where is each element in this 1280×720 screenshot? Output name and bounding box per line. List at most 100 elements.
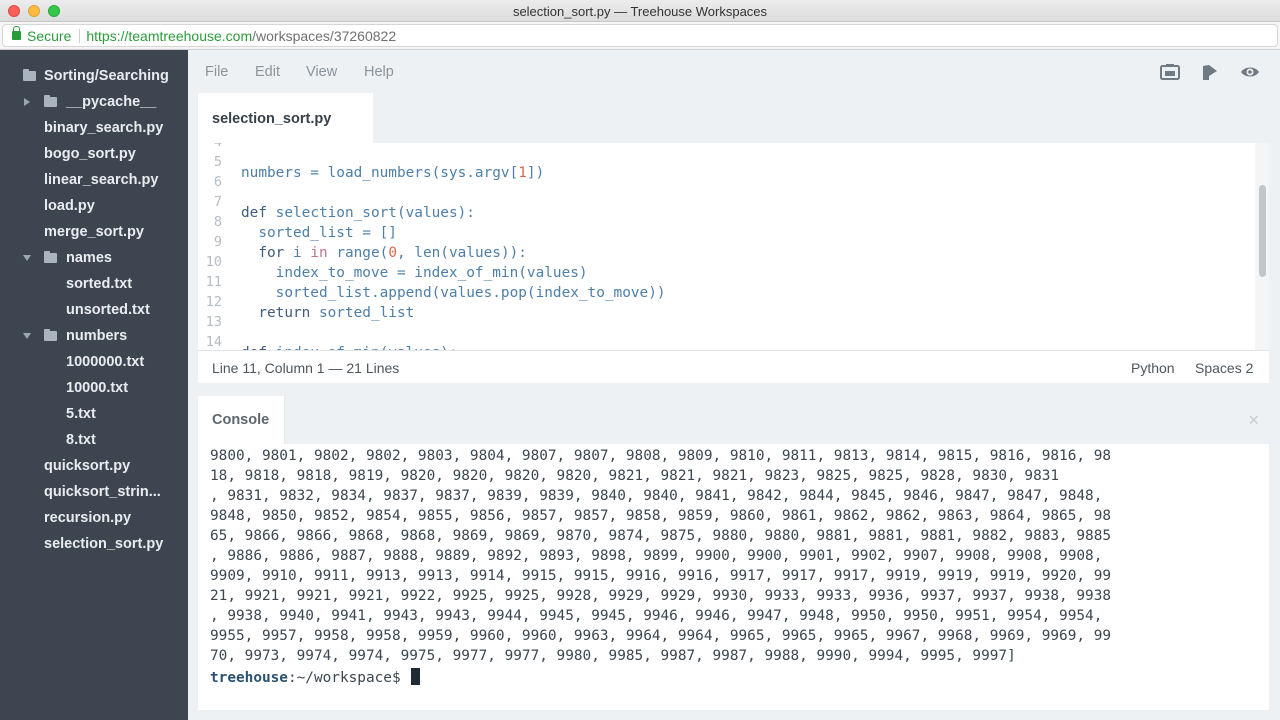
sidebar-item-quicksort-strings[interactable]: quicksort_strin...: [0, 479, 188, 505]
code-line: 9 index_to_move = index_of_min(values): [198, 233, 1248, 281]
folder-icon: [23, 69, 36, 81]
sidebar-item-binary-search[interactable]: binary_search.py: [0, 115, 188, 141]
console-panel: Console × 9800, 9801, 9802, 9802, 9803, …: [198, 396, 1269, 710]
line-number: 11: [205, 274, 222, 290]
sidebar-item-bogo-sort[interactable]: bogo_sort.py: [0, 141, 188, 167]
sidebar-item-8-txt[interactable]: 8.txt: [0, 427, 188, 453]
language-mode[interactable]: Python: [1131, 360, 1175, 376]
sidebar-item-label: linear_search.py: [44, 172, 159, 188]
line-number: 5: [213, 154, 222, 170]
sidebar-item-selection-sort[interactable]: selection_sort.py: [0, 531, 188, 557]
url-separator: [79, 28, 81, 43]
line-number: 7: [213, 194, 222, 210]
sidebar-item-label: quicksort.py: [44, 458, 131, 474]
code-area[interactable]: 4 numbers = load_numbers(sys.argv[1]) 5 …: [198, 143, 1269, 350]
lock-icon: [12, 26, 21, 40]
secure-label: Secure: [27, 27, 72, 44]
url-field[interactable]: Secure https://teamtreehouse.com/workspa…: [2, 24, 1278, 47]
line-number: 6: [213, 174, 222, 190]
console-output[interactable]: 9800, 9801, 9802, 9802, 9803, 9804, 9807…: [198, 444, 1269, 710]
sidebar-item-recursion[interactable]: recursion.py: [0, 505, 188, 531]
console-line: 18, 9818, 9818, 9819, 9820, 9820, 9820, …: [210, 468, 1060, 484]
file-tree-sidebar: Sorting/Searching __pycache__ binary_sea…: [0, 50, 188, 720]
folder-icon: [44, 95, 57, 107]
folder-icon: [44, 251, 57, 263]
line-number: 9: [213, 234, 222, 250]
window-title: selection_sort.py — Treehouse Workspaces: [512, 4, 768, 19]
code-line: 13 def index_of_min(values):: [198, 313, 1248, 350]
code-line: 8 for i in range(0, len(values)):: [198, 213, 1248, 261]
menu-bar: File Edit View Help: [188, 50, 1280, 93]
sidebar-item-label: binary_search.py: [44, 120, 164, 136]
sidebar-item-label: __pycache__: [66, 94, 157, 110]
menu-view[interactable]: View: [306, 64, 337, 80]
tab-label: selection_sort.py: [212, 111, 332, 127]
chevron-down-icon[interactable]: [23, 255, 31, 261]
code-line: 10 sorted_list.append(values.pop(index_t…: [198, 253, 1248, 301]
sidebar-item-linear-search[interactable]: linear_search.py: [0, 167, 188, 193]
sidebar-item-label: bogo_sort.py: [44, 146, 136, 162]
console-line: , 9831, 9832, 9834, 9837, 9837, 9839, 98…: [210, 488, 1103, 504]
share-icon[interactable]: [1200, 63, 1220, 81]
sidebar-item-label: unsorted.txt: [66, 302, 150, 318]
code-line: 12: [198, 293, 1248, 313]
console-line: , 9886, 9886, 9887, 9888, 9889, 9892, 98…: [210, 548, 1103, 564]
close-icon[interactable]: ×: [1248, 410, 1259, 431]
sidebar-item-label: 10000.txt: [66, 380, 129, 396]
sidebar-item-label: sorted.txt: [66, 276, 133, 292]
folder-icon: [44, 329, 57, 341]
console-line: 21, 9921, 9921, 9921, 9922, 9925, 9925, …: [210, 588, 1112, 604]
window-titlebar: selection_sort.py — Treehouse Workspaces: [0, 0, 1280, 22]
sidebar-item-5-txt[interactable]: 5.txt: [0, 401, 188, 427]
editor-status-bar: Line 11, Column 1 — 21 Lines Python Spac…: [198, 350, 1269, 383]
console-line: , 9938, 9940, 9941, 9943, 9943, 9944, 99…: [210, 608, 1103, 624]
tab-selection-sort[interactable]: selection_sort.py: [198, 93, 373, 143]
eye-icon[interactable]: [1240, 63, 1260, 81]
address-bar: Secure https://teamtreehouse.com/workspa…: [0, 22, 1280, 50]
line-number: 8: [213, 214, 222, 230]
sidebar-item-10000-txt[interactable]: 10000.txt: [0, 375, 188, 401]
sidebar-item-names[interactable]: names: [0, 245, 188, 271]
terminal-cursor: [411, 668, 421, 685]
sidebar-item-label: merge_sort.py: [44, 224, 144, 240]
console-tab-bar: Console ×: [198, 396, 1269, 444]
sidebar-item-label: names: [66, 250, 112, 266]
scrollbar-thumb[interactable]: [1259, 185, 1266, 277]
browser-preview-icon[interactable]: [1160, 63, 1180, 81]
menu-edit[interactable]: Edit: [255, 64, 280, 80]
sidebar-item-1000000-txt[interactable]: 1000000.txt: [0, 349, 188, 375]
sidebar-item-label: 5.txt: [66, 406, 96, 422]
url-path: /workspaces/37260822: [252, 27, 397, 44]
console-line: 9909, 9910, 9911, 9913, 9913, 9914, 9915…: [210, 568, 1112, 584]
sidebar-item-label: Sorting/Searching: [44, 68, 169, 84]
console-line: 65, 9866, 9866, 9868, 9868, 9869, 9869, …: [210, 528, 1112, 544]
sidebar-item-numbers[interactable]: numbers: [0, 323, 188, 349]
chevron-down-icon[interactable]: [23, 333, 31, 339]
chevron-right-icon[interactable]: [24, 98, 30, 106]
shell-prompt[interactable]: treehouse:~/workspace$: [210, 668, 421, 686]
code-line: 14 min_index = 0: [198, 333, 1248, 350]
console-tab-label: Console: [212, 412, 270, 428]
sidebar-item-label: 1000000.txt: [66, 354, 145, 370]
prompt-path: :~/workspace$: [287, 670, 410, 686]
code-line: 5: [198, 153, 1248, 173]
editor-scrollbar[interactable]: [1255, 143, 1269, 350]
sidebar-item-load[interactable]: load.py: [0, 193, 188, 219]
sidebar-item-pycache[interactable]: __pycache__: [0, 89, 188, 115]
url-host: https://teamtreehouse.com: [86, 27, 253, 44]
sidebar-item-unsorted-txt[interactable]: unsorted.txt: [0, 297, 188, 323]
console-line: 9848, 9850, 9852, 9854, 9855, 9856, 9857…: [210, 508, 1112, 524]
menu-file[interactable]: File: [205, 64, 228, 80]
prompt-user: treehouse: [210, 670, 288, 686]
sidebar-item-sorted-txt[interactable]: sorted.txt: [0, 271, 188, 297]
code-line: 11 return sorted_list: [198, 273, 1248, 321]
indentation-setting[interactable]: Spaces 2: [1195, 360, 1253, 376]
line-number: 10: [205, 254, 222, 270]
sidebar-item-merge-sort[interactable]: merge_sort.py: [0, 219, 188, 245]
tab-console[interactable]: Console: [198, 396, 285, 444]
menu-help[interactable]: Help: [364, 64, 394, 80]
cursor-position: Line 11, Column 1 — 21 Lines: [212, 360, 400, 376]
sidebar-item-sorting-searching[interactable]: Sorting/Searching: [0, 63, 188, 89]
sidebar-item-label: recursion.py: [44, 510, 132, 526]
sidebar-item-quicksort[interactable]: quicksort.py: [0, 453, 188, 479]
